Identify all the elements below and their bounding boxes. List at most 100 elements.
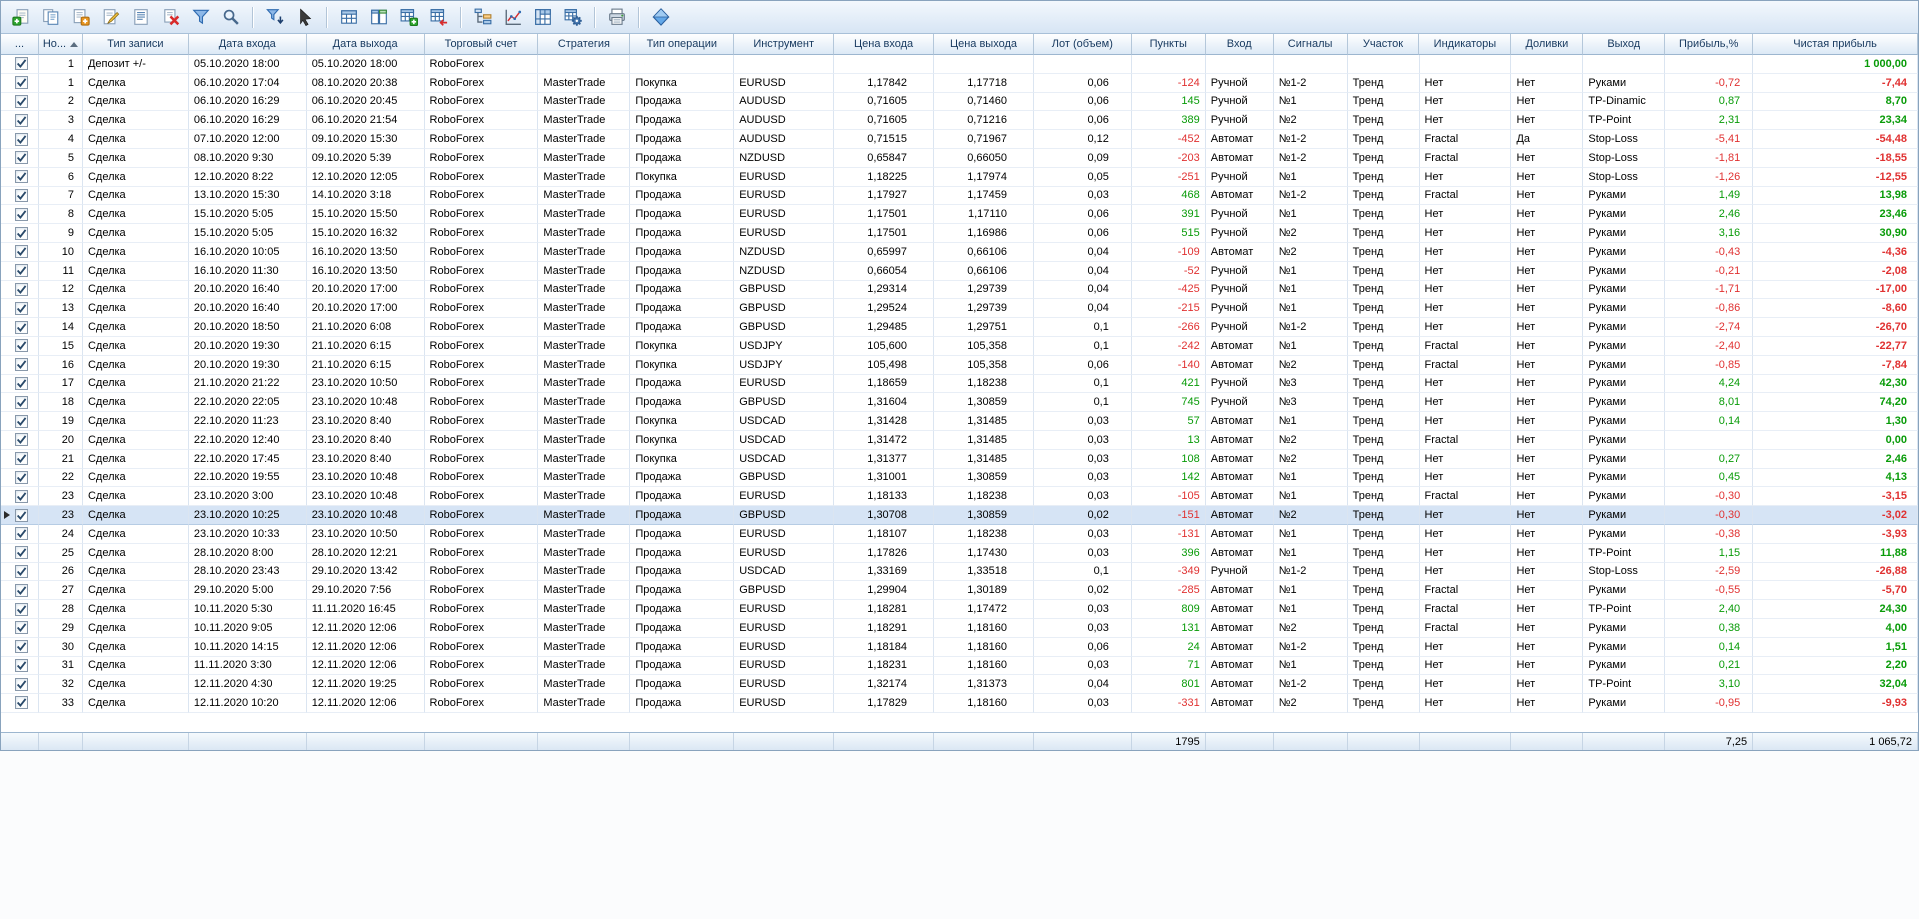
cell-strategy[interactable]: MasterTrade (538, 562, 631, 582)
cell-signals[interactable]: №1-2 (1273, 318, 1348, 337)
cell-date_out[interactable]: 23.10.2020 10:50 (306, 524, 425, 544)
cell-num[interactable]: 31 (38, 656, 83, 676)
cell-date_out[interactable]: 15.10.2020 15:50 (306, 205, 425, 225)
cell-price_out[interactable]: 1,29751 (934, 318, 1034, 337)
cell-date_in[interactable]: 22.10.2020 22:05 (188, 393, 307, 413)
cell-operation[interactable]: Покупка (630, 430, 735, 450)
cell-net[interactable]: 23,46 (1753, 205, 1918, 225)
cell-price_in[interactable]: 0,71605 (834, 111, 935, 131)
cell-points[interactable]: 389 (1131, 111, 1206, 131)
cell-strategy[interactable]: MasterTrade (538, 600, 631, 619)
cell-section[interactable]: Тренд (1347, 637, 1420, 657)
cell-profit_pct[interactable]: 1,49 (1665, 186, 1754, 206)
cell-account[interactable]: RoboForex (424, 374, 539, 394)
cell-points[interactable]: 108 (1131, 449, 1206, 469)
cell-exit[interactable]: Stop-Loss (1583, 148, 1666, 168)
cell-additions[interactable]: Нет (1511, 148, 1584, 168)
cell-indicators[interactable]: Нет (1419, 318, 1512, 337)
cell-lot[interactable]: 0,04 (1033, 675, 1132, 695)
cell-date_out[interactable]: 12.11.2020 12:06 (306, 656, 425, 676)
cell-entry[interactable]: Ручной (1205, 205, 1274, 225)
cell-entry[interactable]: Ручной (1205, 224, 1274, 243)
cell-exit[interactable]: TP-Point (1583, 111, 1666, 131)
cell-indicators[interactable]: Fractal (1419, 336, 1512, 356)
cell-check[interactable] (1, 393, 39, 413)
cell-lot[interactable]: 0,02 (1033, 581, 1132, 601)
cell-indicators[interactable]: Fractal (1419, 618, 1512, 638)
row-checkbox[interactable] (15, 170, 28, 184)
cell-net[interactable]: 11,88 (1753, 543, 1918, 563)
row-checkbox[interactable] (15, 207, 28, 221)
cell-date_out[interactable]: 12.11.2020 12:06 (306, 637, 425, 657)
cell-lot[interactable]: 0,03 (1033, 449, 1132, 469)
cell-rectype[interactable]: Сделка (82, 261, 189, 281)
table-row[interactable]: 8 Сделка 15.10.2020 5:05 15.10.2020 15:50 Ro… (1, 205, 1918, 225)
cell-entry[interactable]: Автомат (1205, 543, 1274, 563)
table-row[interactable]: 9 Сделка 15.10.2020 5:05 15.10.2020 16:32 Ro… (1, 224, 1918, 243)
cell-entry[interactable]: Ручной (1205, 318, 1274, 337)
cell-account[interactable]: RoboForex (424, 675, 539, 695)
cell-additions[interactable]: Нет (1511, 412, 1584, 431)
cell-lot[interactable]: 0,03 (1033, 186, 1132, 206)
cell-additions[interactable]: Нет (1511, 618, 1584, 638)
cell-check[interactable] (1, 130, 39, 149)
cell-operation[interactable]: Продажа (630, 543, 735, 563)
cell-lot[interactable]: 0,06 (1033, 205, 1132, 225)
cell-rectype[interactable]: Сделка (82, 581, 189, 601)
cell-points[interactable]: -109 (1131, 242, 1206, 262)
table-row[interactable]: 25 Сделка 28.10.2020 8:00 28.10.2020 12:21 R… (1, 543, 1918, 563)
cell-signals[interactable]: №1 (1273, 167, 1348, 187)
cell-indicators[interactable]: Нет (1419, 111, 1512, 131)
cell-signals[interactable] (1273, 55, 1348, 74)
cell-operation[interactable]: Продажа (630, 280, 735, 300)
cell-profit_pct[interactable]: 3,16 (1665, 224, 1754, 243)
cell-date_out[interactable]: 15.10.2020 16:32 (306, 224, 425, 243)
cell-entry[interactable]: Ручной (1205, 280, 1274, 300)
cell-date_in[interactable]: 20.10.2020 19:30 (188, 336, 307, 356)
cell-price_out[interactable]: 1,17472 (934, 600, 1034, 619)
cell-lot[interactable]: 0,1 (1033, 562, 1132, 582)
cell-price_out[interactable]: 1,17110 (934, 205, 1034, 225)
table-row[interactable]: 4 Сделка 07.10.2020 12:00 09.10.2020 15:30 R… (1, 130, 1918, 149)
cell-rectype[interactable]: Сделка (82, 205, 189, 225)
cell-price_out[interactable]: 0,66050 (934, 148, 1034, 168)
column-header-net[interactable]: Чистая прибыль (1753, 34, 1918, 55)
cell-date_in[interactable]: 12.10.2020 8:22 (188, 167, 307, 187)
cell-operation[interactable]: Продажа (630, 242, 735, 262)
cell-instrument[interactable]: USDCAD (734, 430, 835, 450)
cell-price_in[interactable]: 1,29314 (834, 280, 935, 300)
cell-section[interactable]: Тренд (1347, 355, 1420, 375)
cell-price_out[interactable]: 1,18160 (934, 618, 1034, 638)
cell-points[interactable]: -242 (1131, 336, 1206, 356)
cell-profit_pct[interactable]: -2,74 (1665, 318, 1754, 337)
cell-lot[interactable]: 0,06 (1033, 355, 1132, 375)
cell-indicators[interactable]: Нет (1419, 299, 1512, 319)
cell-strategy[interactable]: MasterTrade (538, 73, 631, 93)
row-checkbox[interactable] (15, 301, 28, 315)
row-checkbox[interactable] (15, 358, 28, 372)
cell-price_in[interactable]: 1,17927 (834, 186, 935, 206)
cell-rectype[interactable]: Сделка (82, 355, 189, 375)
cell-entry[interactable] (1205, 55, 1274, 74)
cell-profit_pct[interactable]: -2,40 (1665, 336, 1754, 356)
cell-price_out[interactable]: 1,30189 (934, 581, 1034, 601)
cell-check[interactable] (1, 148, 39, 168)
cell-account[interactable]: RoboForex (424, 600, 539, 619)
cell-rectype[interactable]: Сделка (82, 224, 189, 243)
cell-additions[interactable]: Нет (1511, 280, 1584, 300)
cell-entry[interactable]: Ручной (1205, 92, 1274, 112)
cell-instrument[interactable]: EURUSD (734, 224, 835, 243)
cell-price_in[interactable]: 1,17829 (834, 694, 935, 713)
cell-signals[interactable]: №1 (1273, 299, 1348, 319)
grid-settings-button[interactable] (559, 5, 586, 30)
cell-points[interactable]: 515 (1131, 224, 1206, 243)
cell-indicators[interactable]: Нет (1419, 524, 1512, 544)
cell-points[interactable]: -425 (1131, 280, 1206, 300)
table-row[interactable]: 22 Сделка 22.10.2020 19:55 23.10.2020 10:48… (1, 468, 1918, 488)
row-checkbox[interactable] (15, 658, 28, 672)
cell-additions[interactable]: Нет (1511, 430, 1584, 450)
cell-price_in[interactable]: 1,17501 (834, 224, 935, 243)
cell-date_out[interactable]: 20.10.2020 17:00 (306, 299, 425, 319)
cell-rectype[interactable]: Сделка (82, 299, 189, 319)
cell-profit_pct[interactable]: 0,14 (1665, 637, 1754, 657)
